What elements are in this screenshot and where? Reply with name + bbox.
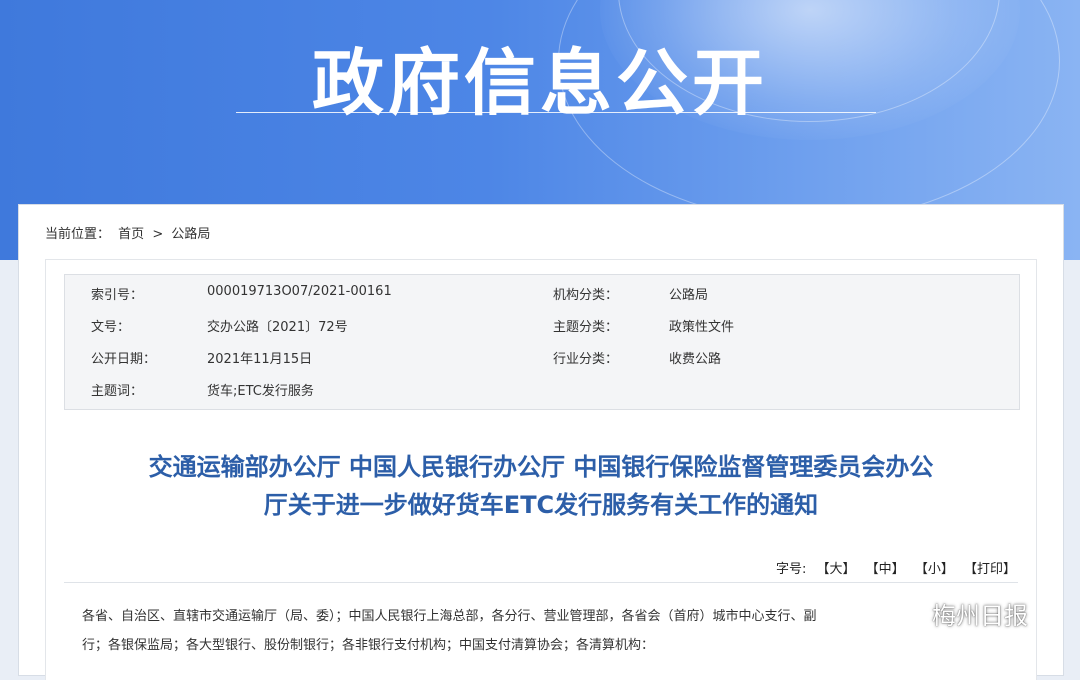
document-title-line: 交通运输部办公厅 中国人民银行办公厅 中国银行保险监督管理委员会办公	[148, 453, 934, 481]
article-panel: 索引号： 000019713O07/2021-00161 机构分类： 公路局 文…	[45, 259, 1037, 680]
breadcrumb: 当前位置： 首页 > 公路局	[45, 223, 214, 242]
metadata-label: 机构分类：	[553, 288, 619, 303]
metadata-value: 公路局	[669, 288, 709, 303]
metadata-row: 公开日期： 2021年11月15日 行业分类： 收费公路	[65, 339, 1019, 371]
metadata-value: 货车;ETC发行服务	[207, 384, 314, 399]
metadata-value: 2021年11月15日	[207, 352, 313, 367]
body-paragraph-line: 行；各银保监局；各大型银行、股份制银行；各非银行支付机构；中国支付清算协会；各清…	[82, 638, 655, 653]
font-medium-button[interactable]: 【中】	[866, 562, 905, 577]
document-title: 交通运输部办公厅 中国人民银行办公厅 中国银行保险监督管理委员会办公 厅关于进一…	[56, 448, 1026, 524]
breadcrumb-prefix: 当前位置：	[45, 227, 111, 242]
document-title-line: 厅关于进一步做好货车ETC发行服务有关工作的通知	[263, 491, 819, 519]
breadcrumb-home-link[interactable]: 首页	[118, 227, 144, 242]
banner-divider	[236, 112, 876, 113]
metadata-label: 索引号：	[91, 288, 144, 303]
wechat-icon	[892, 600, 926, 628]
metadata-value: 政策性文件	[669, 320, 735, 335]
metadata-label: 行业分类：	[553, 352, 619, 367]
metadata-value: 收费公路	[669, 352, 722, 367]
metadata-table: 索引号： 000019713O07/2021-00161 机构分类： 公路局 文…	[64, 274, 1020, 410]
metadata-label: 文号：	[91, 320, 131, 335]
font-large-button[interactable]: 【大】	[817, 562, 856, 577]
breadcrumb-current[interactable]: 公路局	[171, 227, 210, 242]
metadata-value: 交办公路〔2021〕72号	[207, 320, 348, 335]
metadata-row: 索引号： 000019713O07/2021-00161 机构分类： 公路局	[65, 275, 1019, 307]
body-paragraph-line: 各省、自治区、直辖市交通运输厅（局、委）；中国人民银行上海总部，各分行、营业管理…	[82, 609, 817, 624]
page-banner-title: 政府信息公开	[311, 41, 768, 125]
font-size-toolbar: 字号: 【大】 【中】 【小】 【打印】	[776, 558, 1016, 577]
metadata-value: 000019713O07/2021-00161	[207, 284, 392, 299]
content-divider	[64, 582, 1018, 583]
breadcrumb-separator: >	[152, 227, 164, 242]
metadata-row: 文号： 交办公路〔2021〕72号 主题分类： 政策性文件	[65, 307, 1019, 339]
watermark-text: 梅州日报	[932, 602, 1028, 630]
document-body: 各省、自治区、直辖市交通运输厅（局、委）；中国人民银行上海总部，各分行、营业管理…	[82, 602, 1022, 660]
print-button[interactable]: 【打印】	[964, 562, 1016, 577]
font-small-button[interactable]: 【小】	[915, 562, 954, 577]
metadata-label: 主题分类：	[553, 320, 619, 335]
source-watermark: 梅州日报	[892, 596, 1028, 631]
font-size-label: 字号:	[775, 562, 807, 577]
metadata-label: 公开日期：	[91, 352, 157, 367]
metadata-row: 主题词： 货车;ETC发行服务	[65, 371, 1019, 403]
metadata-label: 主题词：	[91, 384, 144, 399]
